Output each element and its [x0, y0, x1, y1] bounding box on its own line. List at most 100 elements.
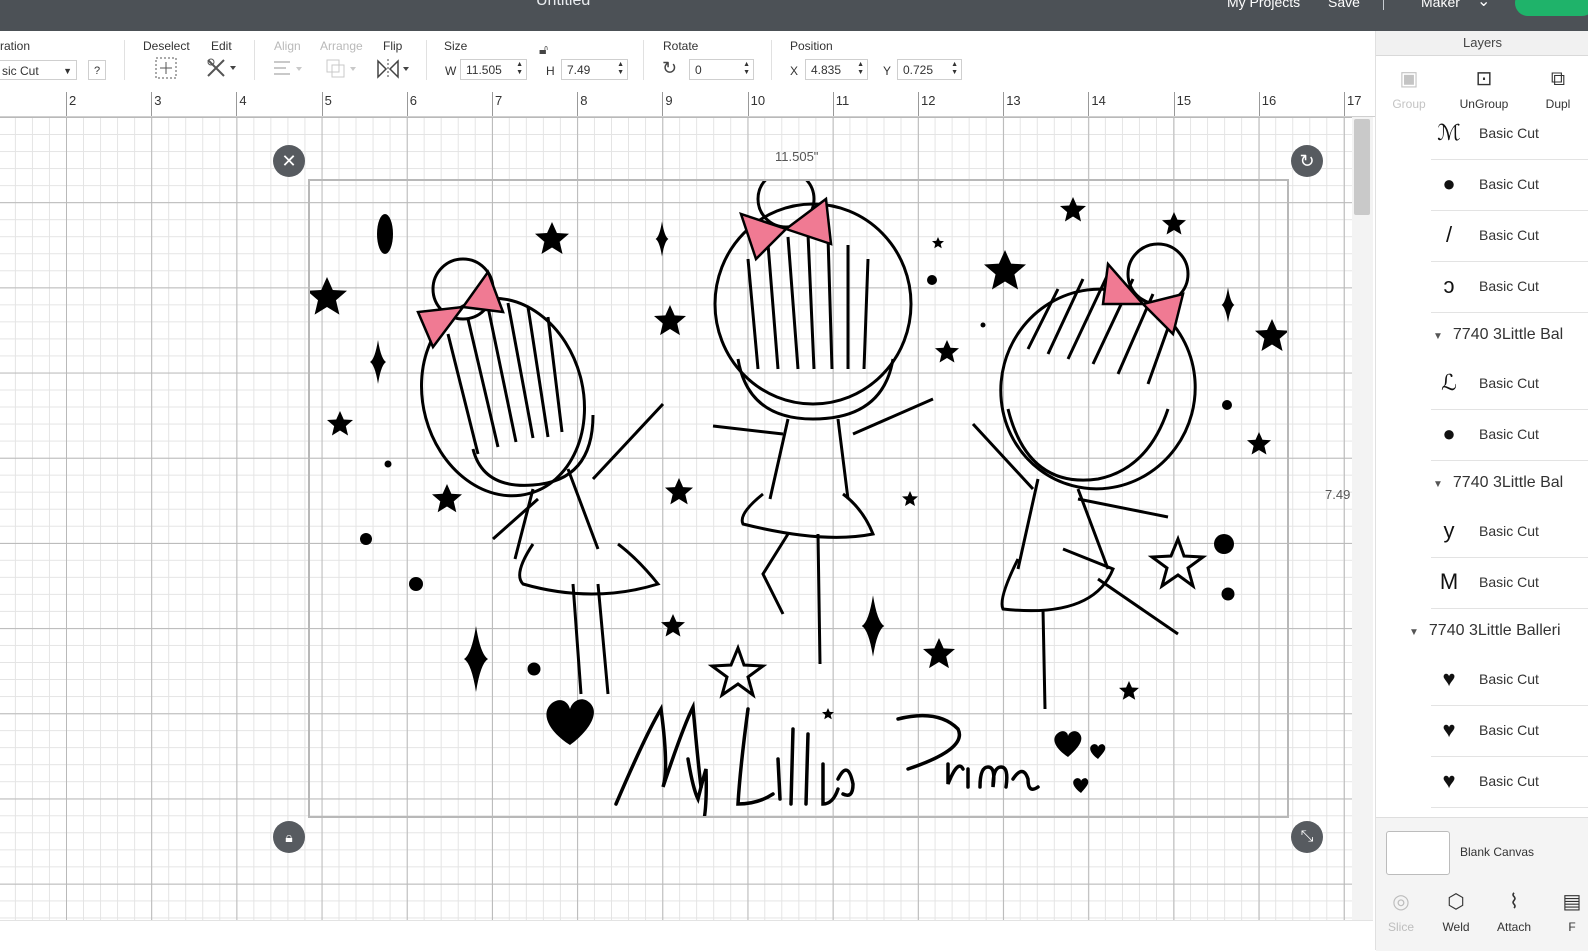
- ruler-tick: [1088, 92, 1090, 116]
- flatten-button[interactable]: ▤ F: [1548, 884, 1588, 934]
- layer-row[interactable]: ℳ Basic Cut: [1431, 108, 1588, 160]
- ungroup-icon: ⊡: [1475, 68, 1493, 90]
- ruler-number: 2: [69, 93, 77, 108]
- ruler-number: 12: [921, 93, 936, 108]
- spinner-arrows-icon[interactable]: ▲ ▼: [516, 61, 523, 77]
- chevron-down-icon[interactable]: ⌄: [1477, 0, 1490, 11]
- layer-group-label: 7740 3Little Bal: [1452, 326, 1564, 343]
- make-it-button[interactable]: [1515, 0, 1588, 16]
- x-input[interactable]: 4.835 ▲ ▼: [805, 59, 868, 80]
- my-projects-link[interactable]: My Projects: [1227, 0, 1300, 10]
- position-label: Position: [790, 39, 833, 53]
- layer-row[interactable]: ● Basic Cut: [1431, 409, 1588, 461]
- ruler-tick: [1258, 92, 1260, 116]
- height-input[interactable]: 7.49 ▲ ▼: [561, 59, 628, 80]
- rotate-input[interactable]: 0 ▲ ▼: [689, 59, 754, 80]
- layer-thumbnail: ♥: [1442, 666, 1456, 691]
- rotate-handle-icon[interactable]: ↻: [1291, 145, 1323, 177]
- spinner-arrows-icon[interactable]: ▲ ▼: [743, 61, 750, 77]
- layer-row[interactable]: M Basic Cut: [1431, 557, 1588, 609]
- blank-canvas-swatch[interactable]: [1386, 831, 1450, 875]
- edit-tools-icon[interactable]: [205, 56, 239, 85]
- spinner-arrows-icon[interactable]: ▲ ▼: [951, 61, 958, 77]
- ruler-tick: [1173, 92, 1175, 116]
- ruler-number: 3: [154, 93, 162, 108]
- spinner-arrows-icon[interactable]: ▲ ▼: [857, 61, 864, 77]
- size-label: Size: [444, 39, 468, 53]
- deselect-icon[interactable]: [154, 56, 178, 85]
- help-button[interactable]: ?: [88, 60, 106, 80]
- operation-value: sic Cut: [2, 64, 39, 78]
- lock-icon[interactable]: 🔓︎: [539, 41, 548, 58]
- paperclip-icon: ⌇: [1509, 891, 1519, 913]
- layer-label: Basic Cut: [1479, 375, 1539, 391]
- ruler-tick: [151, 92, 153, 116]
- horizontal-scrollbar[interactable]: [0, 920, 1373, 951]
- align-icon[interactable]: [272, 58, 304, 85]
- layer-label: Basic Cut: [1479, 176, 1539, 192]
- layer-thumbnail: ●: [1442, 421, 1456, 446]
- slice-icon: ◎: [1392, 891, 1410, 913]
- attach-label: Attach: [1496, 920, 1532, 934]
- flip-label: Flip: [383, 39, 403, 53]
- height-dimension-label: 7.49: [1325, 487, 1351, 502]
- deselect-label: Deselect: [143, 39, 190, 53]
- height-value: 7.49: [567, 63, 591, 77]
- machine-selector[interactable]: Maker: [1421, 0, 1460, 10]
- weld-button[interactable]: ⬡ Weld: [1432, 884, 1480, 934]
- layer-row[interactable]: ♥ Basic Cut: [1431, 654, 1588, 706]
- flatten-label: F: [1568, 920, 1576, 934]
- layer-thumbnail: ●: [1442, 171, 1456, 196]
- layer-label: Basic Cut: [1479, 574, 1539, 590]
- layer-row[interactable]: ℒ Basic Cut: [1431, 358, 1588, 410]
- vertical-scrollbar[interactable]: [1352, 117, 1373, 920]
- ruler-tick: [236, 92, 238, 116]
- spinner-arrows-icon[interactable]: ▲ ▼: [617, 61, 624, 77]
- flip-icon[interactable]: [376, 57, 412, 86]
- collapse-triangle-icon[interactable]: ▼: [1409, 627, 1419, 638]
- layer-label: Basic Cut: [1479, 227, 1539, 243]
- y-label: Y: [883, 64, 892, 78]
- flatten-icon: ▤: [1562, 891, 1582, 913]
- ruler-number: 4: [239, 93, 247, 108]
- width-input[interactable]: 11.505 ▲ ▼: [460, 59, 527, 80]
- attach-button[interactable]: ⌇ Attach: [1490, 884, 1538, 934]
- edit-toolbar: ration sic Cut ▼ ? Deselect Edit Align Ar…: [0, 31, 1375, 90]
- ruler-tick: [492, 92, 493, 116]
- layer-row[interactable]: ♥ Basic Cut: [1431, 756, 1588, 808]
- ruler-number: 5: [324, 93, 332, 108]
- operation-select[interactable]: sic Cut ▼: [0, 60, 77, 80]
- layer-thumbnail: ↄ: [1443, 273, 1455, 298]
- ungroup-button[interactable]: ⊡ UnGroup: [1454, 61, 1514, 111]
- selection-bounding-box[interactable]: [308, 179, 1289, 818]
- duplicate-button[interactable]: ⧉ Dupl: [1528, 61, 1588, 111]
- y-input[interactable]: 0.725 ▲ ▼: [897, 59, 962, 80]
- ruler-number: 13: [1006, 93, 1021, 108]
- collapse-triangle-icon[interactable]: ▼: [1433, 331, 1443, 342]
- arrange-icon[interactable]: [325, 58, 359, 85]
- layer-row[interactable]: / Basic Cut: [1431, 210, 1588, 262]
- rotate-icon[interactable]: ↻: [662, 58, 677, 79]
- resize-handle-icon[interactable]: ⤡: [1291, 821, 1323, 853]
- layer-thumbnail: /: [1445, 222, 1453, 247]
- layer-row[interactable]: ↄ Basic Cut: [1431, 261, 1588, 313]
- blank-canvas-label: Blank Canvas: [1460, 845, 1535, 859]
- group-icon: ▣: [1399, 68, 1419, 90]
- layers-header: Layers: [1376, 31, 1588, 56]
- slice-button[interactable]: ◎ Slice: [1377, 884, 1425, 934]
- group-button[interactable]: ▣ Group: [1379, 61, 1439, 111]
- group-label: Group: [1392, 97, 1426, 111]
- layer-row[interactable]: y Basic Cut: [1431, 506, 1588, 558]
- layer-row[interactable]: ● Basic Cut: [1431, 159, 1588, 211]
- ruler-number: 6: [409, 93, 418, 108]
- toolbar-divider: [643, 40, 644, 80]
- delete-handle-icon[interactable]: ✕: [273, 145, 305, 177]
- layer-row[interactable]: ♥ Basic Cut: [1431, 705, 1588, 757]
- save-button[interactable]: Save: [1328, 0, 1360, 10]
- layer-label: Basic Cut: [1479, 278, 1539, 294]
- scrollbar-thumb[interactable]: [1354, 119, 1370, 215]
- collapse-triangle-icon[interactable]: ▼: [1433, 479, 1443, 490]
- lock-handle-icon[interactable]: 🔒︎: [273, 821, 305, 853]
- ruler-number: 14: [1091, 93, 1106, 108]
- layer-label: Basic Cut: [1479, 523, 1539, 539]
